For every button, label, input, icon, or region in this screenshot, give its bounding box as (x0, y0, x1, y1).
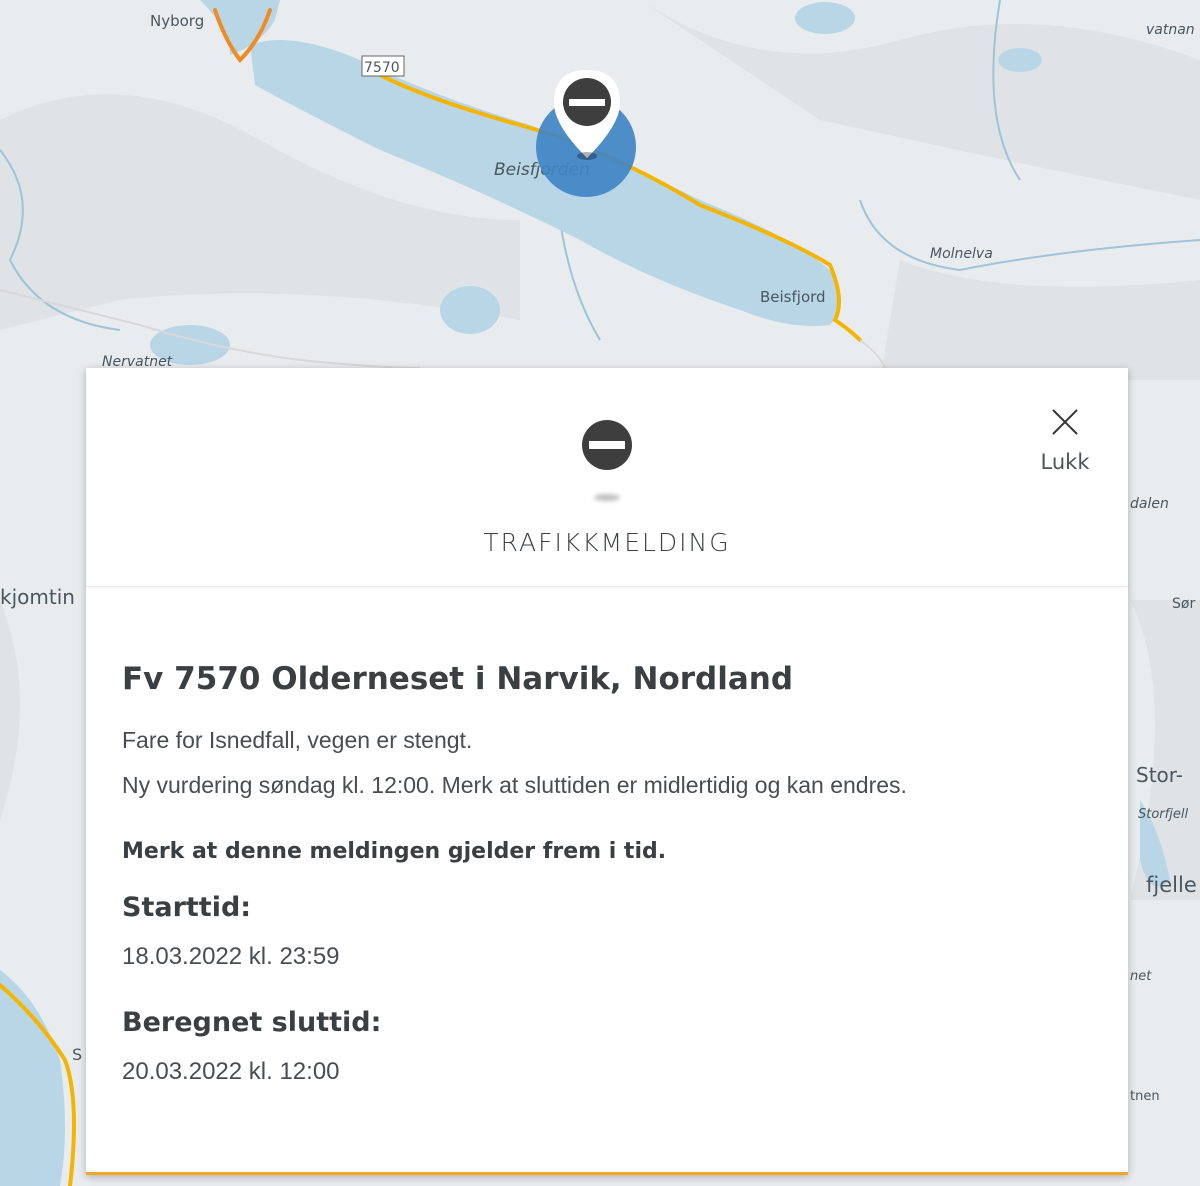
place-label-s: S (72, 1045, 82, 1064)
water-label-net: net (1130, 969, 1152, 984)
close-icon (1050, 408, 1080, 438)
close-button[interactable]: Lukk (1036, 408, 1094, 474)
panel-header: TRAFIKKMELDING Lukk (86, 368, 1128, 587)
place-label-stor: Stor- (1136, 763, 1183, 787)
start-time-value: 18.03.2022 kl. 23:59 (122, 943, 340, 970)
message-description: Fare for Isnedfall, vegen er stengt. (122, 727, 473, 753)
start-time-label: Starttid: (122, 892, 252, 923)
message-title: Fv 7570 Olderneset i Narvik, Nordland (122, 661, 794, 697)
place-label-nyborg: Nyborg (150, 12, 204, 30)
place-label-beisfjord: Beisfjord (760, 288, 826, 306)
traffic-message-panel: TRAFIKKMELDING Lukk Fv 7570 Olderneset i… (86, 368, 1128, 1175)
water-label-storfjell: Storfjell (1138, 807, 1188, 822)
place-label-sor: Sør (1172, 596, 1195, 612)
place-label-kjomtin: kjomtin (0, 585, 75, 609)
river-label-molnelva: Molnelva (930, 246, 993, 262)
icon-shadow (594, 494, 620, 501)
place-label-dalen: dalen (1130, 496, 1169, 512)
water-label-vatnan: vatnan (1146, 22, 1195, 38)
place-label-fjelle: fjelle (1146, 873, 1197, 897)
water-label-tnen: tnen (1130, 1089, 1160, 1104)
end-time-value: 20.03.2022 kl. 12:00 (122, 1058, 340, 1085)
future-notice: Merk at denne meldingen gjelder frem i t… (122, 839, 667, 864)
road-number-7570: 7570 (364, 60, 400, 76)
panel-body: Fv 7570 Olderneset i Narvik, Nordland Fa… (86, 587, 1128, 1086)
no-entry-icon (582, 420, 632, 470)
message-description-extra: Ny vurdering søndag kl. 12:00. Merk at s… (122, 772, 907, 798)
close-label: Lukk (1040, 450, 1090, 474)
panel-category: TRAFIKKMELDING (483, 528, 731, 557)
end-time-label: Beregnet sluttid: (122, 1007, 382, 1038)
